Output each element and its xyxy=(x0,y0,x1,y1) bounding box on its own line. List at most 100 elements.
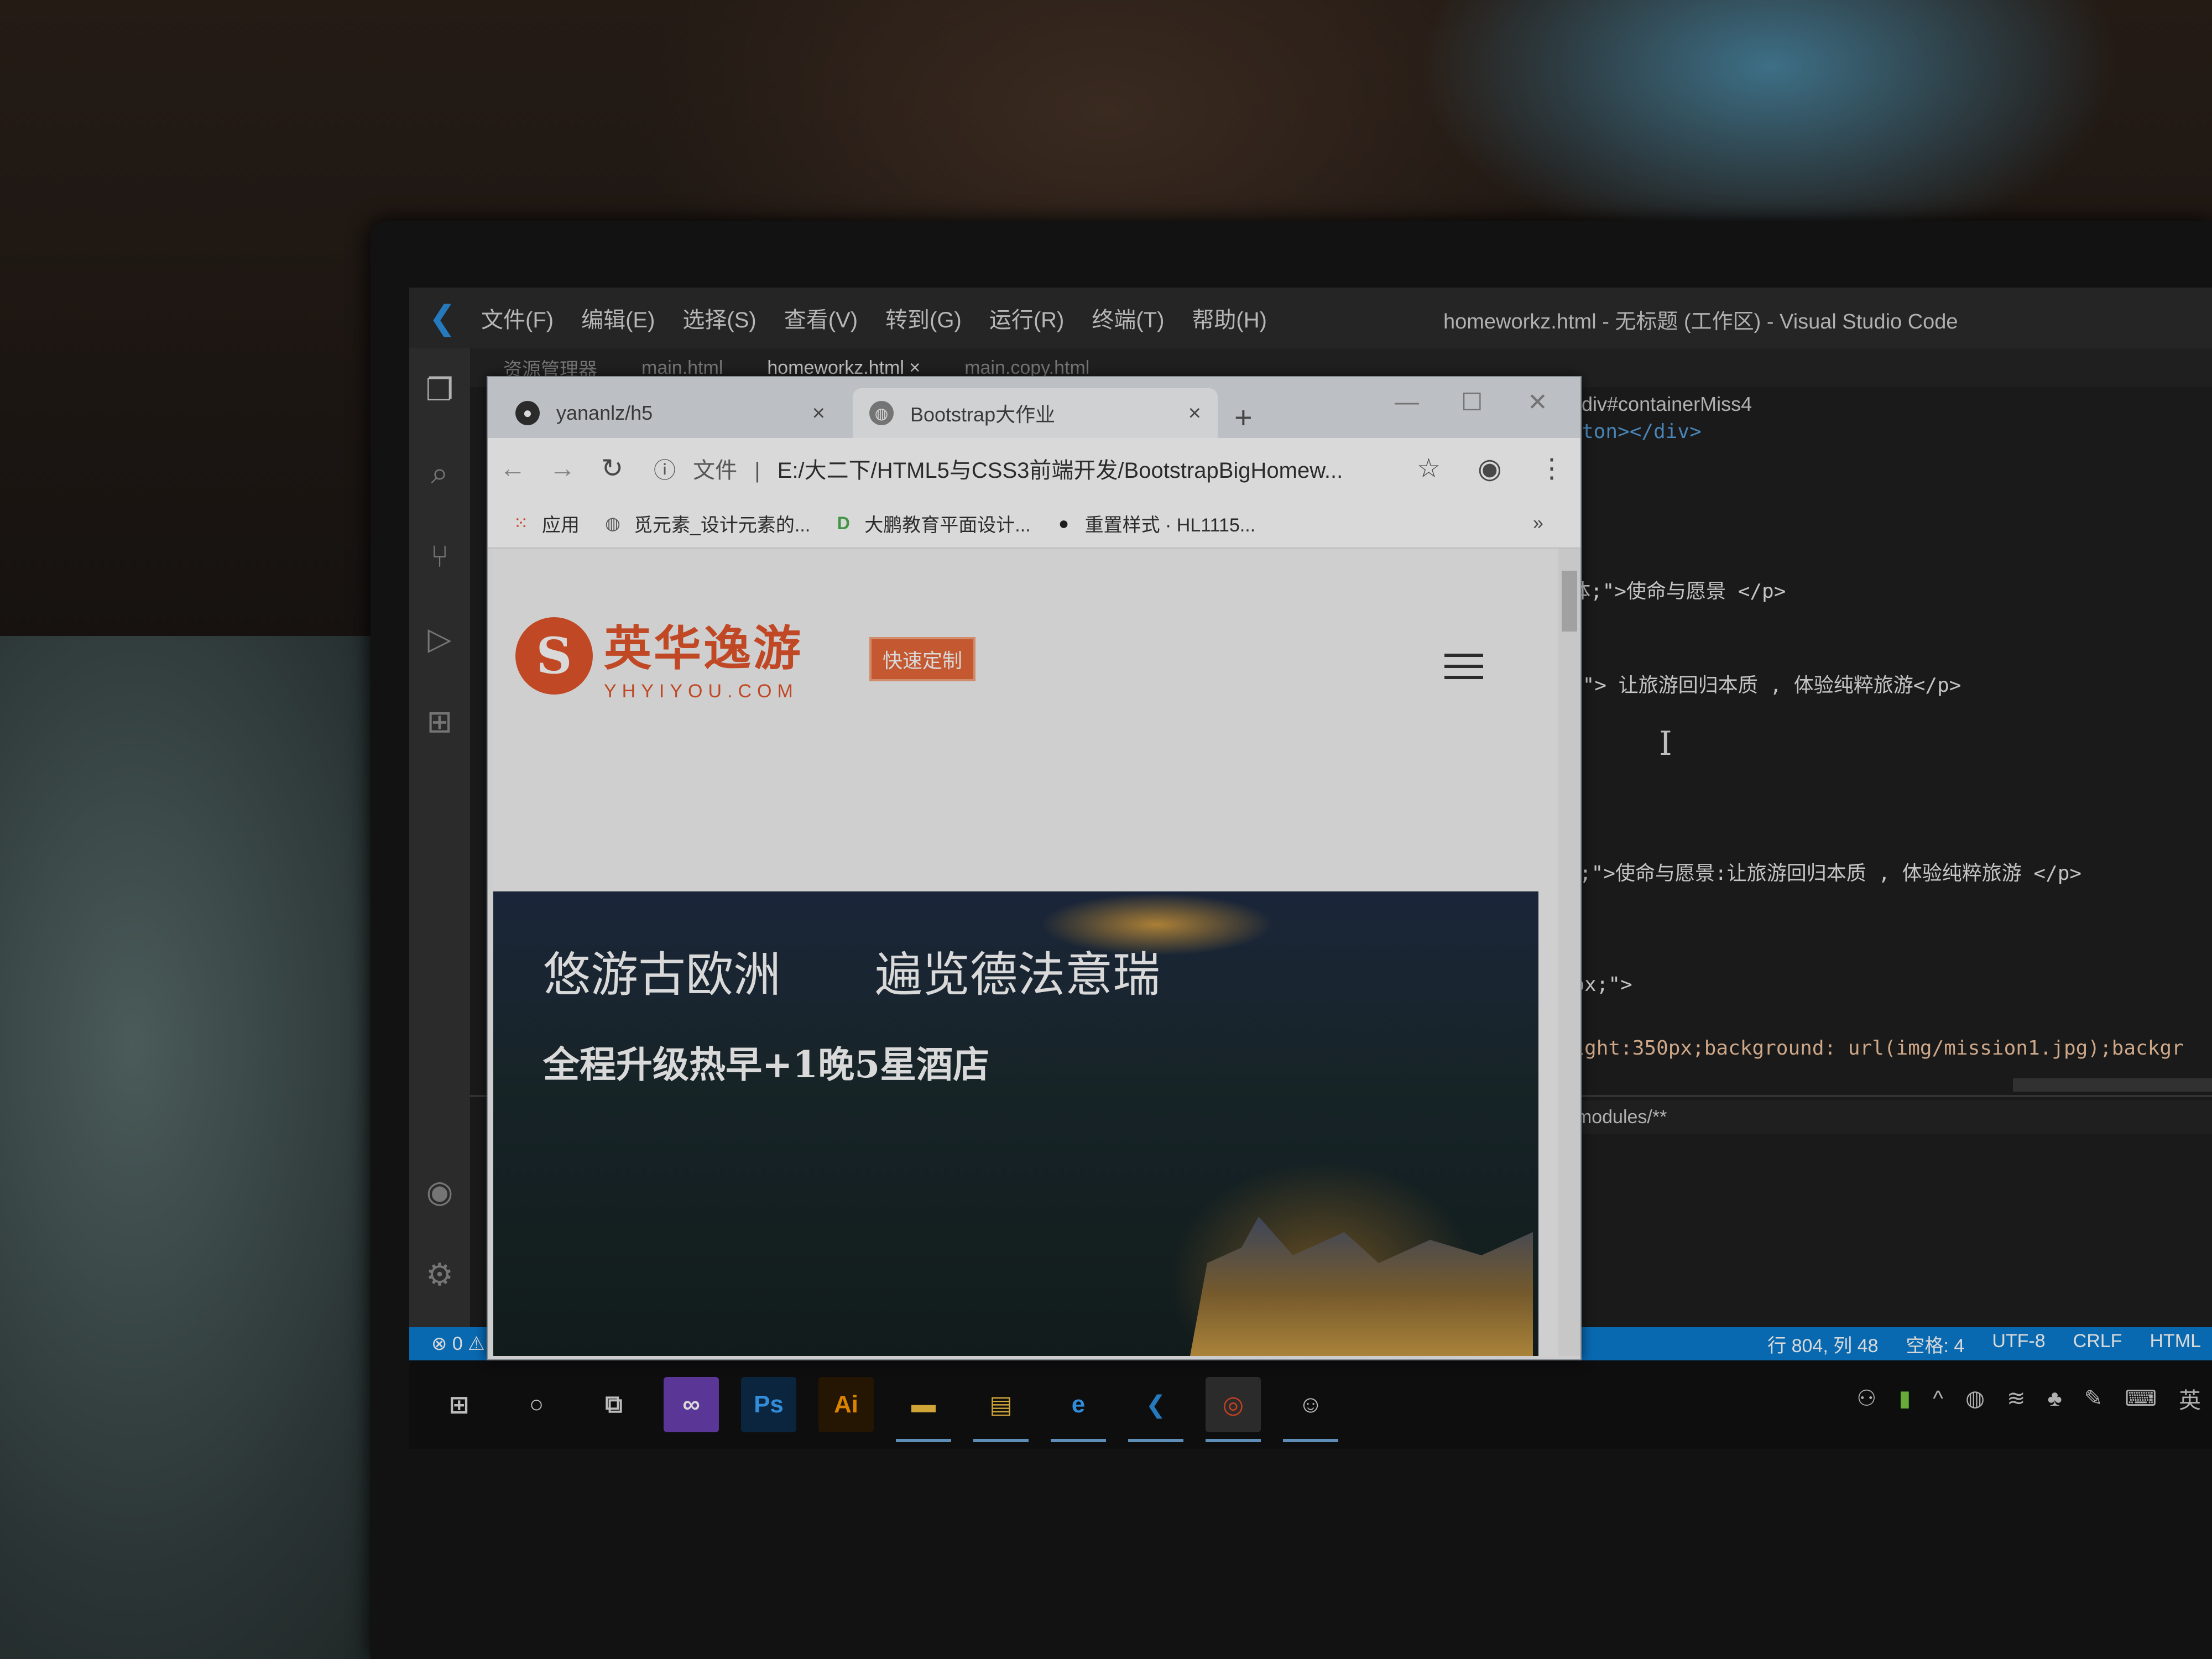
tab-title: yananlz/h5 xyxy=(556,401,653,424)
horizontal-scrollbar[interactable] xyxy=(2013,1078,2212,1092)
file-explorer-icon[interactable]: ▬ xyxy=(896,1377,951,1442)
explorer-icon[interactable]: ❐ xyxy=(420,371,459,409)
globe-icon: ◍ xyxy=(869,401,894,425)
chevron-up-icon[interactable]: ^ xyxy=(1933,1386,1943,1411)
code-line: ;"> 让旅游回归本质 , 体验纯粹旅游</p> xyxy=(1571,674,1961,697)
bookmark-star-icon[interactable]: ☆ xyxy=(1417,453,1441,484)
info-icon[interactable]: ⓘ xyxy=(654,458,676,483)
menu-selection[interactable]: 选择(S) xyxy=(682,302,756,334)
task-view-icon[interactable]: ⧉ xyxy=(586,1377,641,1432)
status-right-group: 行 804, 列 48 空格: 4 UTF-8 CRLF HTML xyxy=(1767,1331,2201,1358)
logo-swirl-icon: S xyxy=(515,617,593,695)
close-window-icon[interactable]: ✕ xyxy=(1527,388,1548,416)
tab-github[interactable]: ● yananlz/h5 × xyxy=(499,388,842,438)
search-exclude-field[interactable]: !**/node_modules/** xyxy=(1493,1100,2212,1134)
code-line: height:350px;background: url(img/mission… xyxy=(1548,1037,2184,1060)
vscode-menu-bar: 文件(F) 编辑(E) 选择(S) 查看(V) 转到(G) 运行(R) 终端(T… xyxy=(481,302,1267,334)
bookmark-apps[interactable]: ⁙ 应用 xyxy=(510,510,580,537)
bookmark-reset-style[interactable]: ● 重置样式 · HL1115... xyxy=(1053,510,1255,537)
visual-studio-icon[interactable]: ∞ xyxy=(664,1377,719,1432)
windows-taskbar: ⊞ ○ ⧉ ∞ Ps Ai ▬ ▤ e ❮ ◎ ☺ ⚇ ▮ ^ ◍ ≋ ♣ ✎ … xyxy=(409,1360,2212,1449)
tab-main-html[interactable]: main.html xyxy=(641,357,723,379)
chrome-icon[interactable]: ◎ xyxy=(1206,1377,1261,1442)
new-tab-button[interactable]: + xyxy=(1234,399,1253,435)
vscode-taskbar-icon[interactable]: ❮ xyxy=(1128,1377,1183,1442)
menu-view[interactable]: 查看(V) xyxy=(784,302,858,334)
close-tab-icon[interactable]: × xyxy=(1188,401,1201,426)
forward-arrow-icon[interactable]: → xyxy=(538,453,587,484)
url-divider: | xyxy=(754,458,760,483)
network-globe-icon[interactable]: ◍ xyxy=(1965,1386,1985,1411)
menu-go[interactable]: 转到(G) xyxy=(885,302,962,334)
menu-help[interactable]: 帮助(H) xyxy=(1192,302,1267,334)
search-icon[interactable]: ⌕ xyxy=(420,453,459,492)
breadcrumb[interactable]: div#containerMiss4 xyxy=(1582,393,1752,416)
language-mode[interactable]: HTML xyxy=(2150,1331,2201,1358)
logo-chinese: 英华逸游 xyxy=(604,622,803,675)
menu-terminal[interactable]: 终端(T) xyxy=(1092,302,1164,334)
tab-homeworkz-html[interactable]: homeworkz.html × xyxy=(767,357,920,379)
edge-browser-icon[interactable]: e xyxy=(1051,1377,1106,1442)
indentation[interactable]: 空格: 4 xyxy=(1906,1331,1965,1358)
illustrator-icon[interactable]: Ai xyxy=(818,1377,874,1432)
tab-bootstrap[interactable]: ◍ Bootstrap大作业 × xyxy=(853,388,1218,438)
laptop-screen: ❮ 文件(F) 编辑(E) 选择(S) 查看(V) 转到(G) 运行(R) 终端… xyxy=(409,288,2212,1449)
line-ending[interactable]: CRLF xyxy=(2073,1331,2122,1358)
settings-gear-icon[interactable]: ⚙ xyxy=(420,1255,459,1294)
url-field[interactable]: ⓘ 文件 | E:/大二下/HTML5与CSS3前端开发/BootstrapBi… xyxy=(654,452,1343,484)
extensions-icon[interactable]: ⊞ xyxy=(420,702,459,741)
reload-icon[interactable]: ↻ xyxy=(587,453,637,484)
text-cursor-icon: I xyxy=(1659,724,1672,763)
bookmark-label: 应用 xyxy=(542,514,580,536)
bookmark-dapeng[interactable]: D 大鹏教育平面设计... xyxy=(832,510,1031,537)
globe-icon: ◍ xyxy=(605,513,620,533)
close-tab-icon[interactable]: × xyxy=(812,401,825,426)
maximize-icon[interactable]: ☐ xyxy=(1461,388,1483,416)
address-bar-row: ← → ↻ ⓘ 文件 | E:/大二下/HTML5与CSS3前端开发/Boots… xyxy=(488,438,1580,499)
url-text: E:/大二下/HTML5与CSS3前端开发/BootstrapBigHomew.… xyxy=(777,458,1343,483)
profile-avatar-icon[interactable]: ◉ xyxy=(1478,452,1502,484)
tab-title: Bootstrap大作业 xyxy=(910,403,1056,426)
cursor-position[interactable]: 行 804, 列 48 xyxy=(1767,1331,1878,1358)
bookmark-label: 大鹏教育平面设计... xyxy=(864,514,1031,536)
bookmarks-overflow-button[interactable]: » xyxy=(1533,513,1543,534)
people-icon[interactable]: ⚇ xyxy=(1856,1386,1876,1411)
menu-run[interactable]: 运行(R) xyxy=(989,302,1065,334)
encoding[interactable]: UTF-8 xyxy=(1992,1331,2045,1358)
user-app-icon[interactable]: ☺ xyxy=(1283,1377,1338,1442)
wifi-icon[interactable]: ≋ xyxy=(2007,1386,2026,1411)
windows-start-icon[interactable]: ⊞ xyxy=(431,1377,487,1432)
minimize-icon[interactable]: — xyxy=(1395,388,1419,416)
castle-illustration xyxy=(1190,1217,1533,1356)
photoshop-icon[interactable]: Ps xyxy=(741,1377,796,1432)
quick-customize-button[interactable]: 快速定制 xyxy=(869,637,976,681)
menu-kebab-icon[interactable]: ⋮ xyxy=(1538,453,1565,484)
chrome-window: ● yananlz/h5 × ◍ Bootstrap大作业 × + — ☐ ✕ … xyxy=(487,376,1582,1360)
account-icon[interactable]: ◉ xyxy=(420,1172,459,1211)
activity-bar: ❐ ⌕ ⑂ ▷ ⊞ ◉ ⚙ xyxy=(409,348,470,1388)
bookmark-label: 觅元素_设计元素的... xyxy=(634,514,811,536)
scrollbar-thumb[interactable] xyxy=(1562,571,1577,632)
code-line: 体;">使命与愿景 </p> xyxy=(1571,580,1786,603)
pen-icon[interactable]: ✎ xyxy=(2084,1386,2103,1411)
app-tray-icon[interactable]: ♣ xyxy=(2048,1386,2062,1411)
hamburger-menu-icon[interactable] xyxy=(1444,654,1483,687)
notes-app-icon[interactable]: ▤ xyxy=(973,1377,1029,1442)
run-debug-icon[interactable]: ▷ xyxy=(420,619,459,658)
site-logo[interactable]: S 英华逸游 YHYIYOU.COM xyxy=(515,609,803,702)
source-control-icon[interactable]: ⑂ xyxy=(420,536,459,575)
cortana-search-icon[interactable]: ○ xyxy=(509,1377,564,1432)
apps-grid-icon: ⁙ xyxy=(513,513,529,533)
menu-edit[interactable]: 编辑(E) xyxy=(581,302,655,334)
keyboard-icon[interactable]: ⌨ xyxy=(2125,1386,2157,1411)
menu-file[interactable]: 文件(F) xyxy=(481,302,554,334)
page-scrollbar[interactable] xyxy=(1558,549,1580,1356)
back-arrow-icon[interactable]: ← xyxy=(488,453,538,484)
hero-subtitle: 全程升级热早+1晚5星酒店 xyxy=(543,1043,990,1086)
input-method-indicator[interactable]: 英 xyxy=(2179,1383,2201,1415)
vscode-logo-icon: ❮ xyxy=(428,299,457,336)
battery-icon[interactable]: ▮ xyxy=(1898,1386,1911,1411)
tab-main-copy-html[interactable]: main.copy.html xyxy=(964,357,1089,379)
web-page: S 英华逸游 YHYIYOU.COM 快速定制 悠游古欧洲 遍览德法意瑞 全程升级… xyxy=(493,549,1561,1356)
bookmark-mi-yuansu[interactable]: ◍ 觅元素_设计元素的... xyxy=(602,510,810,537)
